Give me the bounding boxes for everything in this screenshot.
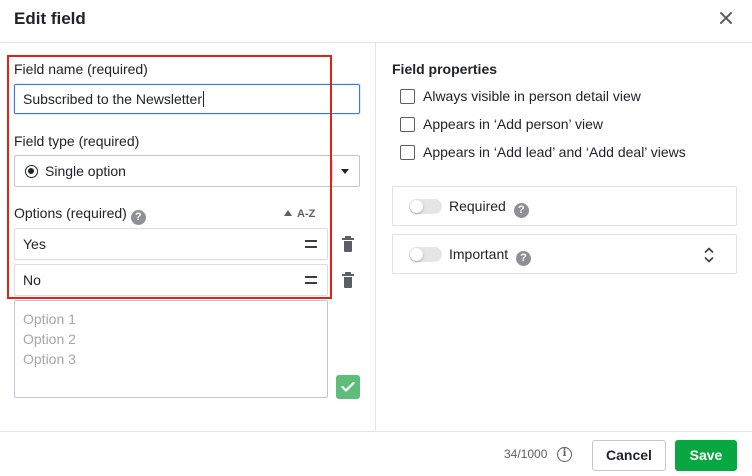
required-toggle[interactable] [409, 199, 442, 214]
sort-up-icon [284, 210, 292, 216]
trash-bin [344, 241, 352, 252]
option-row[interactable]: Yes [14, 228, 328, 260]
option-label: No [23, 272, 41, 288]
save-button[interactable]: Save [675, 440, 737, 471]
trash-bin [344, 277, 352, 288]
radio-icon [25, 165, 38, 178]
field-properties-title: Field properties [392, 61, 498, 77]
checkbox[interactable] [400, 117, 415, 132]
select-divider [332, 160, 333, 182]
dialog-title: Edit field [14, 9, 86, 28]
drag-handle-icon[interactable] [305, 276, 317, 284]
options-label: Options (required) [14, 205, 127, 221]
field-type-label: Field type (required) [14, 133, 140, 149]
important-card: Important ? [392, 234, 737, 274]
required-label: Required [449, 198, 506, 214]
help-icon[interactable]: ? [130, 210, 146, 225]
trash-icon[interactable] [342, 236, 354, 252]
trash-lid [342, 236, 354, 240]
new-options-textarea[interactable]: Option 1 Option 2 Option 3 [14, 300, 328, 398]
checkbox-label: Always visible in person detail view [423, 88, 641, 104]
info-icon[interactable]: i [557, 447, 572, 462]
field-name-label: Field name (required) [14, 61, 148, 77]
text-caret [202, 91, 204, 107]
field-name-value: Subscribed to the Newsletter [23, 91, 202, 107]
toggle-label: Important ? [449, 246, 532, 266]
field-type-value: Single option [45, 163, 126, 179]
dialog-header: Edit field [0, 0, 752, 43]
required-card: Required ? [392, 186, 737, 226]
trash-icon[interactable] [342, 272, 354, 288]
field-name-input[interactable]: Subscribed to the Newsletter [14, 84, 360, 114]
option-row[interactable]: No [14, 264, 328, 296]
checkbox-label: Appears in ‘Add lead’ and ‘Add deal’ vie… [423, 144, 686, 160]
checkbox[interactable] [400, 89, 415, 104]
important-toggle[interactable] [409, 247, 442, 262]
checkbox-label: Appears in ‘Add person’ view [423, 116, 604, 132]
drag-handle-icon[interactable] [305, 240, 317, 248]
help-icon[interactable]: ? [513, 203, 529, 218]
chevron-up-down-icon[interactable] [704, 246, 714, 264]
character-counter: 34/1000 [504, 447, 548, 461]
dialog-footer: 34/1000 i Cancel Save [0, 431, 752, 476]
sort-label: A-Z [297, 208, 316, 220]
help-icon[interactable]: ? [516, 251, 532, 266]
checkmark-icon [341, 381, 355, 392]
chevron-down-icon [341, 169, 349, 174]
options-label-row: Options (required) ? [14, 205, 146, 225]
option-label: Yes [23, 236, 46, 252]
toggle-label: Required ? [449, 198, 529, 218]
field-type-select[interactable]: Single option [14, 155, 360, 187]
important-label: Important [449, 246, 509, 262]
close-icon[interactable] [718, 10, 734, 26]
trash-lid [342, 272, 354, 276]
checkbox[interactable] [400, 145, 415, 160]
confirm-options-button[interactable] [336, 375, 360, 399]
sort-az-button[interactable]: A-Z [284, 208, 315, 220]
cancel-button[interactable]: Cancel [592, 440, 666, 471]
